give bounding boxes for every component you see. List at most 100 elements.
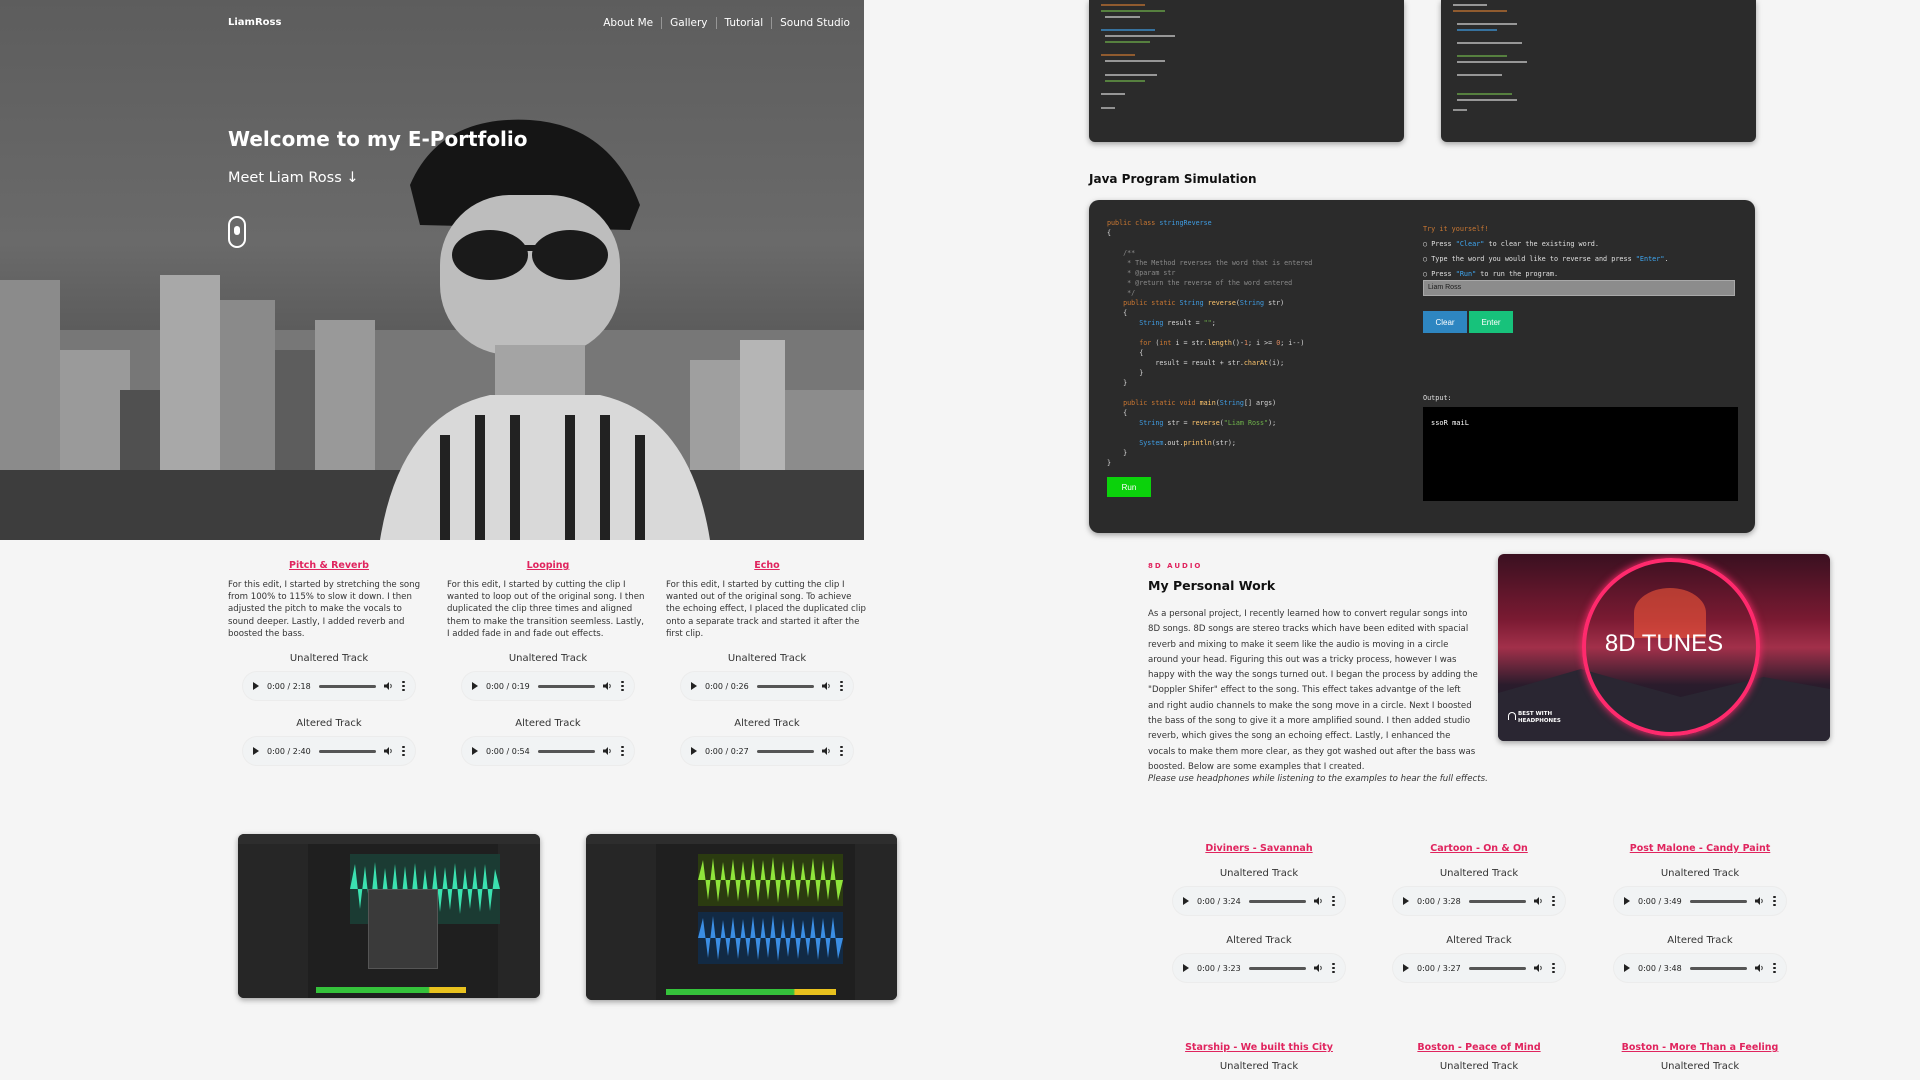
more-options-icon[interactable] [1773, 962, 1776, 974]
nav-link-tutorial[interactable]: Tutorial [715, 17, 772, 29]
volume-icon[interactable] [822, 747, 832, 755]
more-options-icon[interactable] [402, 745, 405, 757]
audio-progress-bar[interactable] [1468, 899, 1526, 903]
word-input[interactable]: Liam Ross [1423, 280, 1735, 296]
volume-icon[interactable] [1314, 964, 1324, 972]
audio-player-unaltered[interactable]: 0:00 / 0:19 [462, 672, 634, 700]
instruction-clear: Press "Clear" to clear the existing word… [1423, 237, 1669, 252]
audio-time: 0:00 / 0:19 [486, 681, 530, 691]
audio-progress-bar[interactable] [1248, 966, 1306, 970]
nav-link-sound-studio[interactable]: Sound Studio [771, 17, 858, 29]
play-icon[interactable] [1183, 897, 1189, 905]
audio-player-unaltered[interactable]: 0:00 / 2:18 [243, 672, 415, 700]
edit-card-pitch-reverb: Pitch & Reverb For this edit, I started … [228, 560, 430, 765]
play-icon[interactable] [691, 747, 697, 755]
scroll-mouse-icon[interactable] [228, 216, 246, 248]
audio-progress-bar[interactable] [1248, 899, 1306, 903]
edit-title[interactable]: Looping [447, 560, 649, 571]
clear-button[interactable]: Clear [1423, 311, 1467, 333]
volume-icon[interactable] [1534, 897, 1544, 905]
play-icon[interactable] [1183, 964, 1189, 972]
edit-title[interactable]: Pitch & Reverb [228, 560, 430, 571]
java-code-block: public class stringReverse { /** * The M… [1107, 219, 1313, 467]
song-title[interactable]: Post Malone - Candy Paint [1599, 843, 1801, 854]
audio-progress-bar[interactable] [1689, 899, 1747, 903]
more-options-icon[interactable] [1773, 895, 1776, 907]
audio-player-unaltered[interactable]: 0:00 / 3:28 [1393, 887, 1565, 915]
audio-player-unaltered[interactable]: 0:00 / 0:26 [681, 672, 853, 700]
audio-progress-bar[interactable] [756, 749, 814, 753]
volume-icon[interactable] [384, 682, 394, 690]
audio-progress-bar[interactable] [756, 684, 814, 688]
audio-player-unaltered[interactable]: 0:00 / 3:49 [1614, 887, 1786, 915]
play-icon[interactable] [1624, 964, 1630, 972]
play-icon[interactable] [472, 682, 478, 690]
run-button[interactable]: Run [1107, 477, 1151, 497]
audio-player-altered[interactable]: 0:00 / 3:27 [1393, 954, 1565, 982]
audio-time: 0:00 / 2:40 [267, 746, 311, 756]
unaltered-track-label: Unaltered Track [1660, 1061, 1740, 1072]
audio-time: 0:00 / 3:48 [1638, 963, 1682, 973]
play-icon[interactable] [472, 747, 478, 755]
site-logo[interactable]: LiamRoss [228, 17, 281, 28]
more-options-icon[interactable] [1332, 962, 1335, 974]
song-title[interactable]: Diviners - Savannah [1158, 843, 1360, 854]
audio-player-altered[interactable]: 0:00 / 2:40 [243, 737, 415, 765]
more-options-icon[interactable] [1552, 895, 1555, 907]
hero-title: Welcome to my E-Portfolio [228, 127, 528, 151]
audio-time: 0:00 / 3:23 [1197, 963, 1241, 973]
play-icon[interactable] [1403, 897, 1409, 905]
more-options-icon[interactable] [840, 680, 843, 692]
audio-player-altered[interactable]: 0:00 / 3:48 [1614, 954, 1786, 982]
play-icon[interactable] [253, 747, 259, 755]
more-options-icon[interactable] [840, 745, 843, 757]
song-title[interactable]: Boston - Peace of Mind [1378, 1042, 1580, 1053]
volume-icon[interactable] [384, 747, 394, 755]
nav-link-gallery[interactable]: Gallery [661, 17, 715, 29]
more-options-icon[interactable] [1332, 895, 1335, 907]
audio-time: 0:00 / 3:24 [1197, 896, 1241, 906]
song-title[interactable]: Cartoon - On & On [1378, 843, 1580, 854]
audio-player-altered[interactable]: 0:00 / 3:23 [1173, 954, 1345, 982]
hero-subtitle-link[interactable]: Meet Liam Ross ↓ [228, 170, 359, 186]
8d-tunes-image: 8D TUNES BEST WITH HEADPHONES [1498, 554, 1830, 741]
song-title[interactable]: Boston - More Than a Feeling [1599, 1042, 1801, 1053]
unaltered-track-label: Unaltered Track [727, 653, 807, 664]
unaltered-track-label: Unaltered Track [508, 653, 588, 664]
volume-icon[interactable] [1755, 964, 1765, 972]
play-icon[interactable] [1403, 964, 1409, 972]
volume-icon[interactable] [603, 747, 613, 755]
best-with-headphones-text: BEST WITH HEADPHONES [1518, 711, 1561, 724]
code-screenshot-2 [1441, 0, 1756, 142]
more-options-icon[interactable] [621, 745, 624, 757]
audio-time: 0:00 / 2:18 [267, 681, 311, 691]
audio-progress-bar[interactable] [318, 684, 376, 688]
hero-section: LiamRoss About Me Gallery Tutorial Sound… [0, 0, 864, 540]
volume-icon[interactable] [822, 682, 832, 690]
edit-description: For this edit, I started by cutting the … [447, 580, 645, 639]
play-icon[interactable] [1624, 897, 1630, 905]
audio-time: 0:00 / 3:27 [1417, 963, 1461, 973]
volume-icon[interactable] [1534, 964, 1544, 972]
audio-player-altered[interactable]: 0:00 / 0:54 [462, 737, 634, 765]
nav-link-about-me[interactable]: About Me [595, 17, 661, 29]
play-icon[interactable] [691, 682, 697, 690]
volume-icon[interactable] [603, 682, 613, 690]
more-options-icon[interactable] [621, 680, 624, 692]
audio-player-altered[interactable]: 0:00 / 0:27 [681, 737, 853, 765]
more-options-icon[interactable] [402, 680, 405, 692]
audio-progress-bar[interactable] [318, 749, 376, 753]
audio-progress-bar[interactable] [1468, 966, 1526, 970]
audio-progress-bar[interactable] [537, 749, 595, 753]
edit-title[interactable]: Echo [666, 560, 868, 571]
audio-progress-bar[interactable] [1689, 966, 1747, 970]
more-options-icon[interactable] [1552, 962, 1555, 974]
audio-progress-bar[interactable] [537, 684, 595, 688]
play-icon[interactable] [253, 682, 259, 690]
volume-icon[interactable] [1755, 897, 1765, 905]
enter-button[interactable]: Enter [1469, 311, 1513, 333]
song-title[interactable]: Starship - We built this City [1158, 1042, 1360, 1053]
volume-icon[interactable] [1314, 897, 1324, 905]
personal-work-title: My Personal Work [1148, 578, 1276, 593]
audio-player-unaltered[interactable]: 0:00 / 3:24 [1173, 887, 1345, 915]
